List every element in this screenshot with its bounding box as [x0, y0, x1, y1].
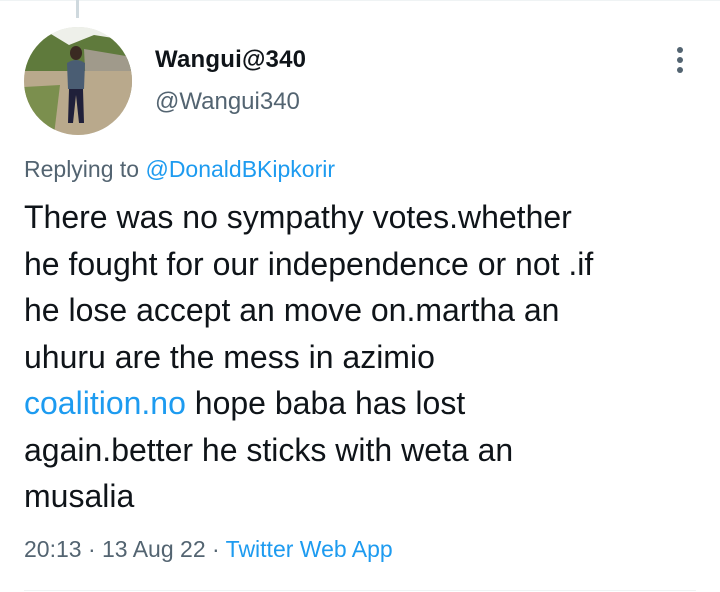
vertical-ellipsis-icon — [677, 47, 683, 73]
author-display-name[interactable]: Wangui@340 — [155, 46, 306, 74]
bottom-divider — [24, 590, 696, 591]
user-photo-icon — [24, 27, 132, 135]
tweet-text-line: musalia — [24, 478, 135, 514]
replying-to-line: Replying to @DonaldBKipkorir — [24, 156, 335, 183]
replying-to-mention[interactable]: @DonaldBKipkorir — [145, 156, 335, 182]
tweet-text-line: he lose accept an move on.martha an — [24, 292, 560, 328]
top-divider — [0, 0, 720, 1]
tweet-text-line: uhuru are the mess in azimio — [24, 338, 435, 375]
meta-separator: · — [87, 536, 96, 562]
tweet-text-line: again.better he sticks with weta an — [24, 431, 514, 468]
tweet-date[interactable]: 13 Aug 22 — [102, 536, 206, 562]
tweet-text-line: There was no sympathy votes.whether — [24, 199, 572, 235]
thread-connector-line — [76, 0, 79, 18]
tweet-text: There was no sympathy votes.whether he f… — [24, 194, 694, 520]
tweet-text-line: coalition.no hope baba has lost — [24, 380, 694, 427]
avatar[interactable] — [24, 27, 132, 135]
author-handle[interactable]: @Wangui340 — [155, 88, 300, 116]
tweet-meta: 20:13 · 13 Aug 22 · Twitter Web App — [24, 536, 393, 563]
more-options-button[interactable] — [664, 40, 696, 80]
replying-to-label: Replying to — [24, 156, 140, 182]
source-app-link[interactable]: Twitter Web App — [226, 536, 393, 562]
meta-separator: · — [212, 536, 220, 562]
tweet-text-line: he fought for our independence or not .i… — [24, 245, 594, 282]
tweet-text-fragment: hope baba has lost — [194, 385, 466, 421]
tweet-time[interactable]: 20:13 — [24, 536, 82, 562]
tweet-link[interactable]: coalition.no — [24, 385, 186, 421]
